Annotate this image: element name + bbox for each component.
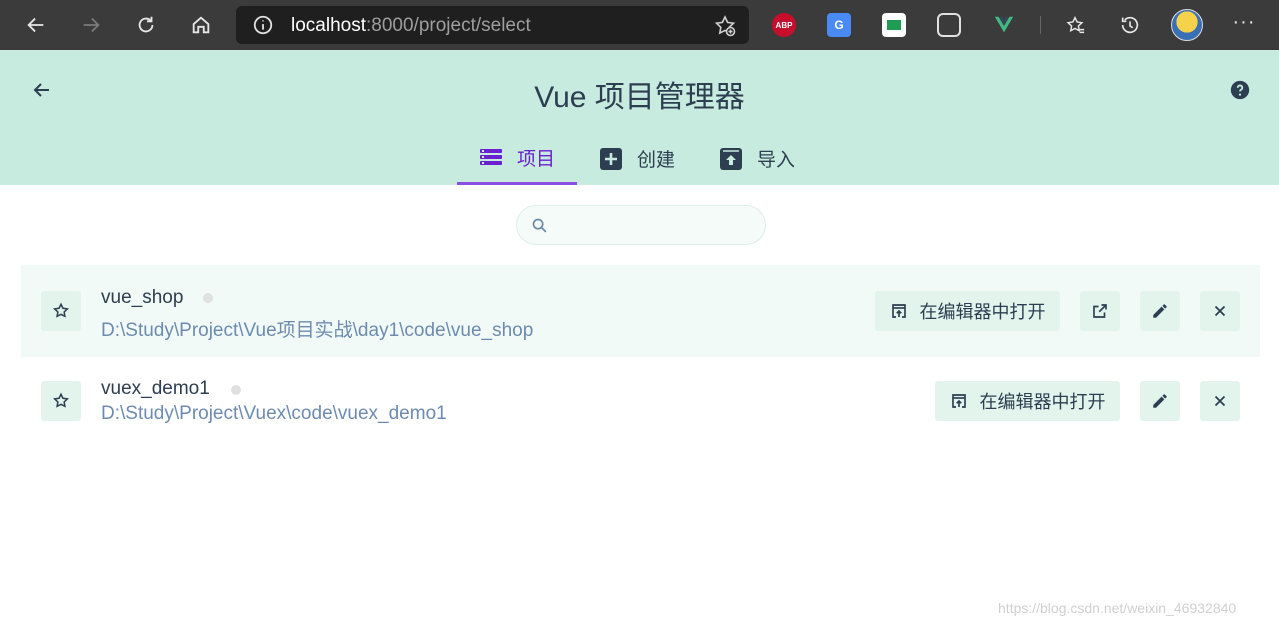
- search-icon: [532, 218, 547, 233]
- open-in-editor-button[interactable]: 在编辑器中打开: [875, 291, 1060, 331]
- vue-devtools-icon[interactable]: [992, 13, 1016, 37]
- close-icon: [1214, 395, 1226, 407]
- close-icon: [1214, 305, 1226, 317]
- home-icon: [192, 16, 210, 34]
- info-icon[interactable]: [252, 14, 274, 36]
- open-in-editor-label: 在编辑器中打开: [919, 302, 1046, 322]
- status-dot: [231, 385, 241, 395]
- favorite-button[interactable]: [41, 291, 81, 331]
- remove-button[interactable]: [1200, 291, 1240, 331]
- url-path: :8000/project/select: [366, 15, 531, 36]
- project-name: vuex_demo1: [101, 378, 210, 399]
- list-icon: [479, 145, 503, 169]
- project-path: D:\Study\Project\Vue项目实战\day1\code\vue_s…: [101, 320, 534, 341]
- open-in-editor-label: 在编辑器中打开: [979, 392, 1106, 412]
- project-item-vuex-demo1[interactable]: vuex_demo1 D:\Study\Project\Vuex\code\vu…: [21, 357, 1260, 445]
- status-dot: [203, 293, 213, 303]
- url-host: localhost: [291, 15, 366, 36]
- browser-home-button[interactable]: [184, 8, 218, 42]
- pencil-icon: [1153, 394, 1167, 408]
- tab-import-label: 导入: [757, 150, 796, 171]
- page-title: Vue 项目管理器: [534, 81, 745, 114]
- tab-import[interactable]: 导入: [697, 132, 817, 185]
- translate-extension-icon[interactable]: G: [827, 13, 851, 37]
- project-path: D:\Study\Project\Vuex\code\vuex_demo1: [101, 403, 447, 424]
- help-icon[interactable]: [1229, 79, 1251, 101]
- favorites-button[interactable]: [1058, 8, 1092, 42]
- favorites-icon: [1066, 15, 1085, 34]
- arrow-right-icon: [83, 17, 100, 33]
- green-extension-icon[interactable]: [882, 13, 906, 37]
- url-text[interactable]: localhost:8000/project/select: [291, 15, 531, 37]
- project-search[interactable]: [516, 205, 766, 245]
- tab-bar: 项目 创建 导入: [457, 132, 817, 185]
- pencil-icon: [1153, 304, 1167, 318]
- tab-create-label: 创建: [637, 150, 676, 171]
- translate-label: G: [834, 18, 844, 32]
- browser-toolbar: localhost:8000/project/select ABP G ···: [0, 0, 1279, 50]
- profile-avatar[interactable]: [1171, 9, 1203, 41]
- favorite-button[interactable]: [41, 381, 81, 421]
- arrow-left-icon: [27, 17, 44, 33]
- add-box-icon: [599, 147, 623, 171]
- history-button[interactable]: [1113, 8, 1147, 42]
- star-icon: [52, 302, 70, 318]
- refresh-icon: [138, 16, 154, 33]
- browser-back-button[interactable]: [19, 8, 53, 42]
- remove-button[interactable]: [1200, 381, 1240, 421]
- tab-projects[interactable]: 项目: [457, 132, 578, 185]
- add-favorite-icon[interactable]: [713, 14, 737, 38]
- adblock-extension-icon[interactable]: ABP: [772, 13, 796, 37]
- open-external-icon: [1093, 304, 1107, 318]
- search-input[interactable]: [557, 212, 757, 238]
- edit-button[interactable]: [1140, 381, 1180, 421]
- project-item-vue-shop[interactable]: vue_shop D:\Study\Project\Vue项目实战\day1\c…: [21, 265, 1260, 357]
- star-icon: [52, 392, 70, 408]
- toolbar-divider: [1040, 16, 1041, 34]
- open-in-editor-button[interactable]: 在编辑器中打开: [935, 381, 1120, 421]
- app-header: Vue 项目管理器 项目 创建 导入: [0, 50, 1279, 185]
- mask-extension-icon[interactable]: [937, 13, 961, 37]
- project-name: vue_shop: [101, 287, 184, 308]
- browser-refresh-button[interactable]: [129, 8, 163, 42]
- open-in-browser-icon: [891, 304, 906, 318]
- tab-projects-label: 项目: [517, 148, 556, 170]
- open-in-browser-icon: [951, 394, 966, 408]
- unarchive-icon: [719, 147, 743, 171]
- tab-create[interactable]: 创建: [577, 132, 697, 185]
- browser-forward-button[interactable]: [74, 8, 108, 42]
- adblock-label: ABP: [775, 20, 793, 30]
- open-external-button[interactable]: [1080, 291, 1120, 331]
- watermark: https://blog.csdn.net/weixin_46932840: [998, 600, 1237, 616]
- address-bar[interactable]: localhost:8000/project/select: [236, 6, 749, 44]
- history-icon: [1121, 16, 1139, 34]
- edit-button[interactable]: [1140, 291, 1180, 331]
- more-options-button[interactable]: ···: [1230, 12, 1258, 38]
